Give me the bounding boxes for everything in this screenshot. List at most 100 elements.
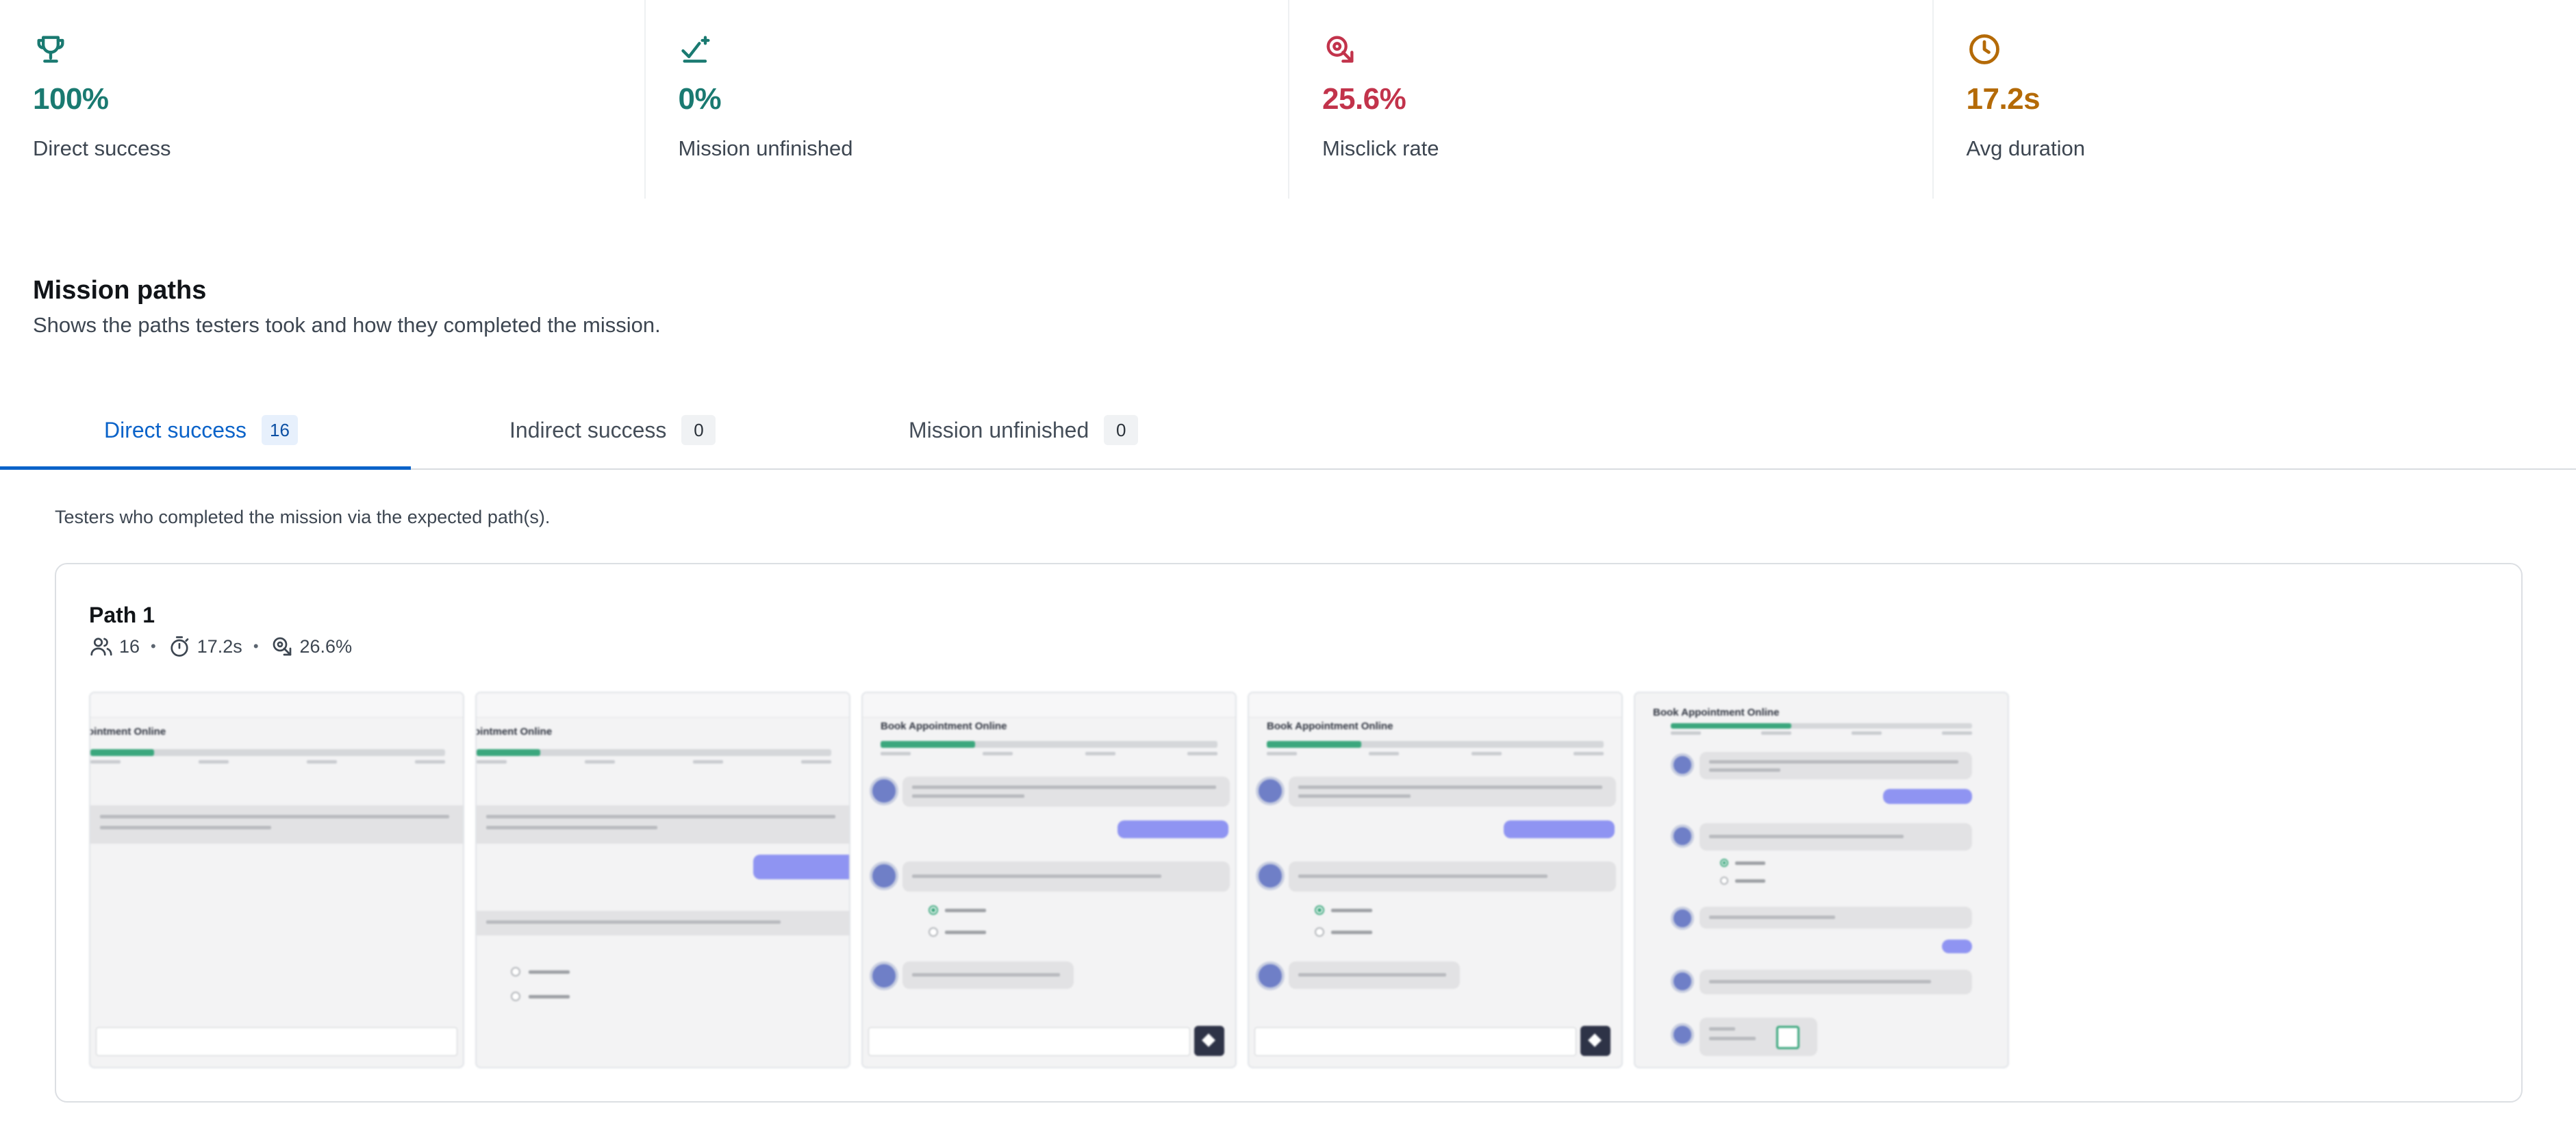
screen-radio-label xyxy=(1331,931,1372,934)
screen-progress xyxy=(1671,723,1972,729)
path-screen-thumbnail[interactable]: ointment Online xyxy=(89,692,464,1068)
tab-label: Indirect success xyxy=(509,417,667,442)
timer-icon xyxy=(171,636,189,657)
stat-avg-duration: 17.2s Avg duration xyxy=(1932,0,2576,199)
path-title: Path 1 xyxy=(89,603,155,627)
calendar-icon xyxy=(1776,1026,1800,1049)
screen-radio-label xyxy=(1735,879,1765,883)
screen-message xyxy=(90,805,463,844)
stat-label: Misclick rate xyxy=(1322,136,1439,160)
screen-steps xyxy=(477,760,831,766)
agent-avatar xyxy=(870,861,898,890)
meta-separator: • xyxy=(253,638,259,655)
screen-radio xyxy=(511,992,520,1001)
screen-progress xyxy=(477,749,831,756)
path-duration: 17.2s xyxy=(197,636,242,657)
path-screens: ointment Online ointment Online Book App… xyxy=(89,692,2009,1068)
path-screen-thumbnail[interactable]: Book Appointment Online xyxy=(861,692,1237,1068)
screen-topbar xyxy=(863,693,1235,718)
tab-label: Direct success xyxy=(104,417,247,442)
stat-value: 17.2s xyxy=(1966,82,2041,116)
path-screen-thumbnail[interactable]: ointment Online xyxy=(475,692,850,1068)
screen-message xyxy=(1700,823,1972,851)
users-icon xyxy=(90,638,112,656)
screen-topbar xyxy=(1249,693,1621,718)
screen-steps xyxy=(1671,731,1972,737)
screen-radio-label xyxy=(1331,909,1372,912)
screen-topbar xyxy=(90,693,463,718)
screen-message xyxy=(902,961,1074,989)
agent-avatar xyxy=(1256,961,1285,990)
path-tabs: Direct success 16 Indirect success 0 Mis… xyxy=(0,390,2576,470)
screen-radio xyxy=(1315,905,1324,915)
screen-radio-label xyxy=(529,970,570,974)
section-title: Mission paths xyxy=(33,276,207,305)
screen-message xyxy=(1700,752,1972,779)
stat-label: Direct success xyxy=(33,136,171,160)
tab-count-badge: 16 xyxy=(262,415,298,445)
screen-message xyxy=(1289,861,1616,892)
send-icon xyxy=(1194,1026,1224,1056)
screen-heading: Book Appointment Online xyxy=(1653,707,1780,718)
tab-direct-success[interactable]: Direct success 16 xyxy=(104,390,298,470)
path-testers-count: 16 xyxy=(119,636,140,657)
agent-avatar xyxy=(1671,1023,1694,1046)
screen-radio xyxy=(511,967,520,977)
agent-avatar xyxy=(1256,861,1285,890)
stat-label: Mission unfinished xyxy=(678,136,853,160)
screen-message xyxy=(477,911,849,935)
screen-reply xyxy=(1883,789,1972,804)
screen-radio-label xyxy=(1735,861,1765,865)
path-screen-thumbnail[interactable]: Book Appointment Online xyxy=(1634,692,2009,1068)
path-card[interactable]: Path 1 16 • 17.2s • 26.6% ointment Onlin… xyxy=(55,563,2523,1103)
stat-direct-success: 100% Direct success xyxy=(0,0,644,199)
path-screen-thumbnail[interactable]: Book Appointment Online xyxy=(1248,692,1623,1068)
screen-reply xyxy=(1942,940,1972,953)
agent-avatar xyxy=(870,777,898,805)
screen-message xyxy=(1289,777,1616,807)
screen-message xyxy=(1700,970,1972,994)
screen-reply xyxy=(1117,820,1228,838)
trophy-icon xyxy=(37,36,64,63)
screen-input xyxy=(96,1027,457,1056)
screen-reply xyxy=(1504,820,1615,838)
screen-message xyxy=(902,861,1230,892)
tab-count-badge: 0 xyxy=(1104,415,1139,445)
unfinished-icon xyxy=(681,36,709,63)
screen-radio-label xyxy=(529,995,570,998)
stat-value: 0% xyxy=(678,82,722,116)
stat-misclick-rate: 25.6% Misclick rate xyxy=(1288,0,1932,199)
path-meta: 16 • 17.2s • 26.6% xyxy=(89,633,352,660)
screen-radio-label xyxy=(945,909,986,912)
screen-steps xyxy=(881,752,1217,757)
path-misclick-rate: 26.6% xyxy=(299,636,353,657)
screen-steps xyxy=(90,760,445,766)
screen-message xyxy=(1700,907,1972,929)
screen-heading: ointment Online xyxy=(475,726,553,738)
screen-heading: Book Appointment Online xyxy=(1267,720,1393,732)
tab-indirect-success[interactable]: Indirect success 0 xyxy=(509,390,716,470)
agent-avatar xyxy=(1671,907,1694,930)
screen-radio xyxy=(1720,859,1728,867)
screen-progress xyxy=(1267,741,1604,748)
tab-description: Testers who completed the mission via th… xyxy=(55,507,551,527)
screen-message xyxy=(477,805,849,844)
screen-radio xyxy=(1720,877,1728,885)
agent-avatar xyxy=(1671,970,1694,993)
stat-value: 100% xyxy=(33,82,109,116)
clock-icon xyxy=(1969,34,1999,64)
section-subtitle: Shows the paths testers took and how the… xyxy=(33,313,661,337)
agent-avatar xyxy=(870,961,898,990)
screen-radio xyxy=(929,905,938,915)
agent-avatar xyxy=(1671,753,1694,777)
screen-message xyxy=(1289,961,1460,989)
screen-message xyxy=(902,777,1230,807)
screen-topbar xyxy=(477,693,849,718)
screen-input xyxy=(1254,1027,1576,1056)
screen-heading: ointment Online xyxy=(89,726,166,738)
tab-mission-unfinished[interactable]: Mission unfinished 0 xyxy=(909,390,1139,470)
meta-separator: • xyxy=(151,638,156,655)
screen-message xyxy=(1700,1018,1817,1056)
stat-value: 25.6% xyxy=(1322,82,1406,116)
stats-row: 100% Direct success 0% Mission unfinishe… xyxy=(0,0,2576,199)
